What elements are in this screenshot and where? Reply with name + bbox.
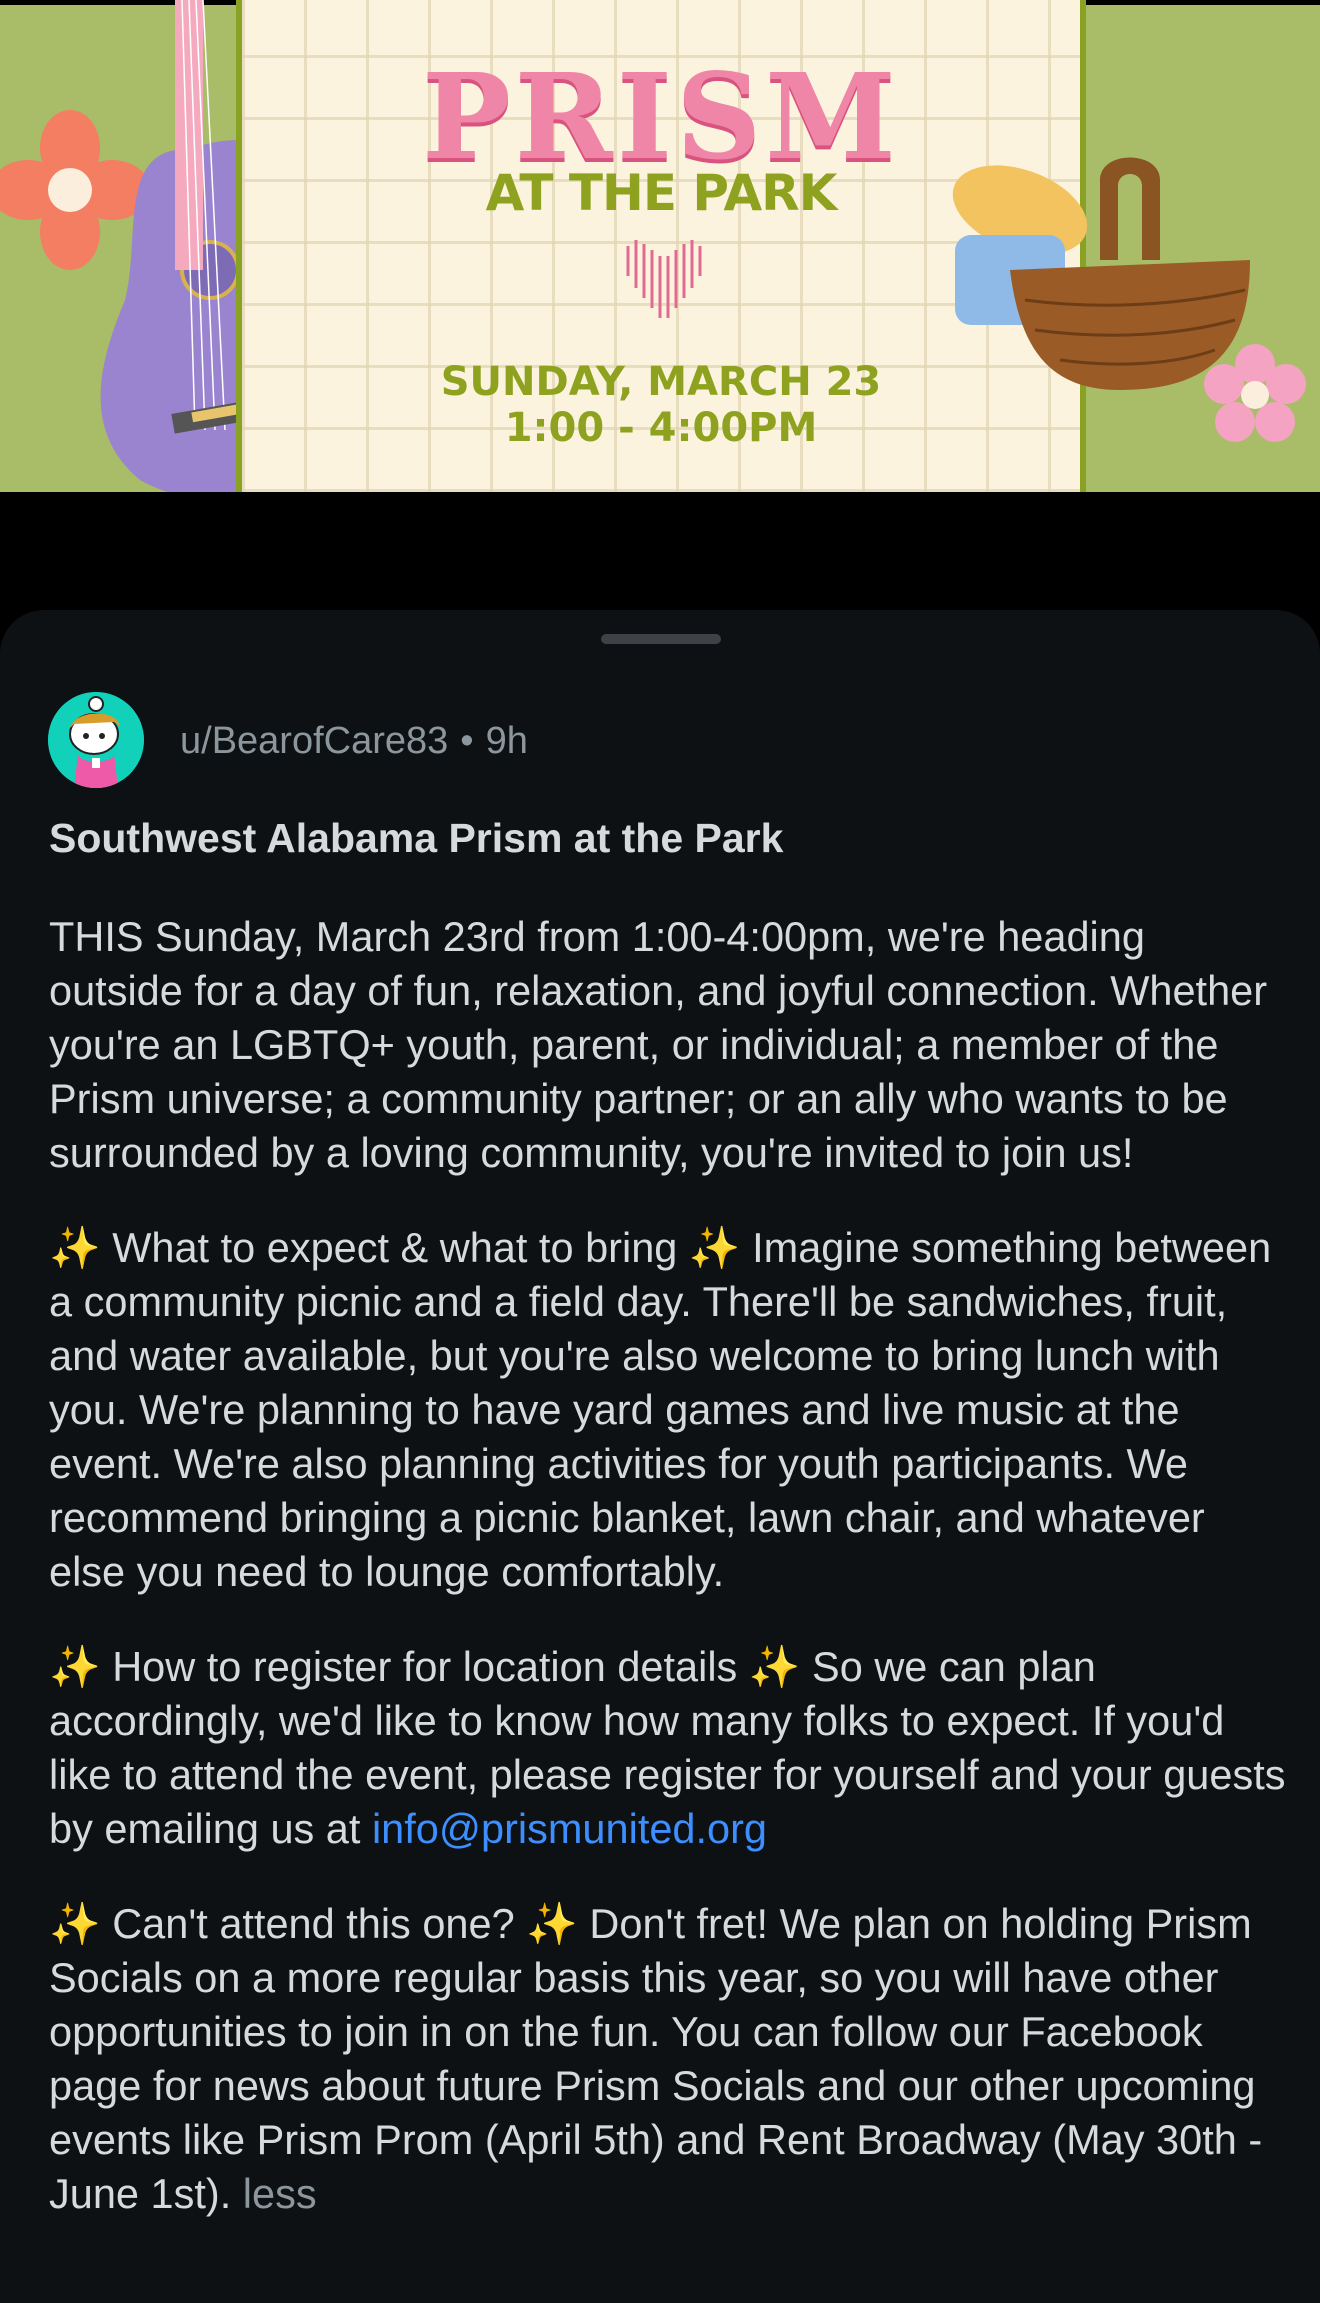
post-age: 9h: [485, 720, 528, 762]
post-paragraph-4: ✨ Can't attend this one? ✨ Don't fret! W…: [49, 1897, 1289, 2221]
flyer-time: 1:00 - 4:00PM: [504, 405, 818, 451]
flower-right-icon: [1204, 344, 1306, 442]
post-body[interactable]: THIS Sunday, March 23rd from 1:00-4:00pm…: [49, 910, 1289, 2262]
author-avatar[interactable]: [48, 692, 144, 788]
heart-lines-icon: [626, 240, 702, 318]
paragraph-4-text: ✨ Can't attend this one? ✨ Don't fret! W…: [49, 1900, 1263, 2217]
meta-separator: •: [460, 720, 474, 762]
flyer-image[interactable]: PRISM AT THE PARK SUNDAY, MARCH 23 1:00 …: [0, 0, 1320, 492]
snoo-avatar-icon: [48, 692, 144, 788]
post-paragraph-1: THIS Sunday, March 23rd from 1:00-4:00pm…: [49, 913, 1268, 1176]
show-less-button[interactable]: less: [243, 2170, 317, 2217]
post-paragraph-3: ✨ How to register for location details ✨…: [49, 1640, 1289, 1856]
author-username[interactable]: u/BearofCare83: [180, 720, 448, 762]
post-paragraph-2: ✨ What to expect & what to bring ✨ Imagi…: [49, 1224, 1272, 1595]
sheet-grab-handle[interactable]: [601, 634, 721, 644]
email-link[interactable]: info@prismunited.org: [372, 1805, 767, 1852]
post-title: Southwest Alabama Prism at the Park: [49, 815, 784, 861]
post-meta: u/BearofCare83 • 9h: [180, 720, 528, 763]
post-sheet[interactable]: u/BearofCare83 • 9h Southwest Alabama Pris…: [0, 610, 1320, 2303]
